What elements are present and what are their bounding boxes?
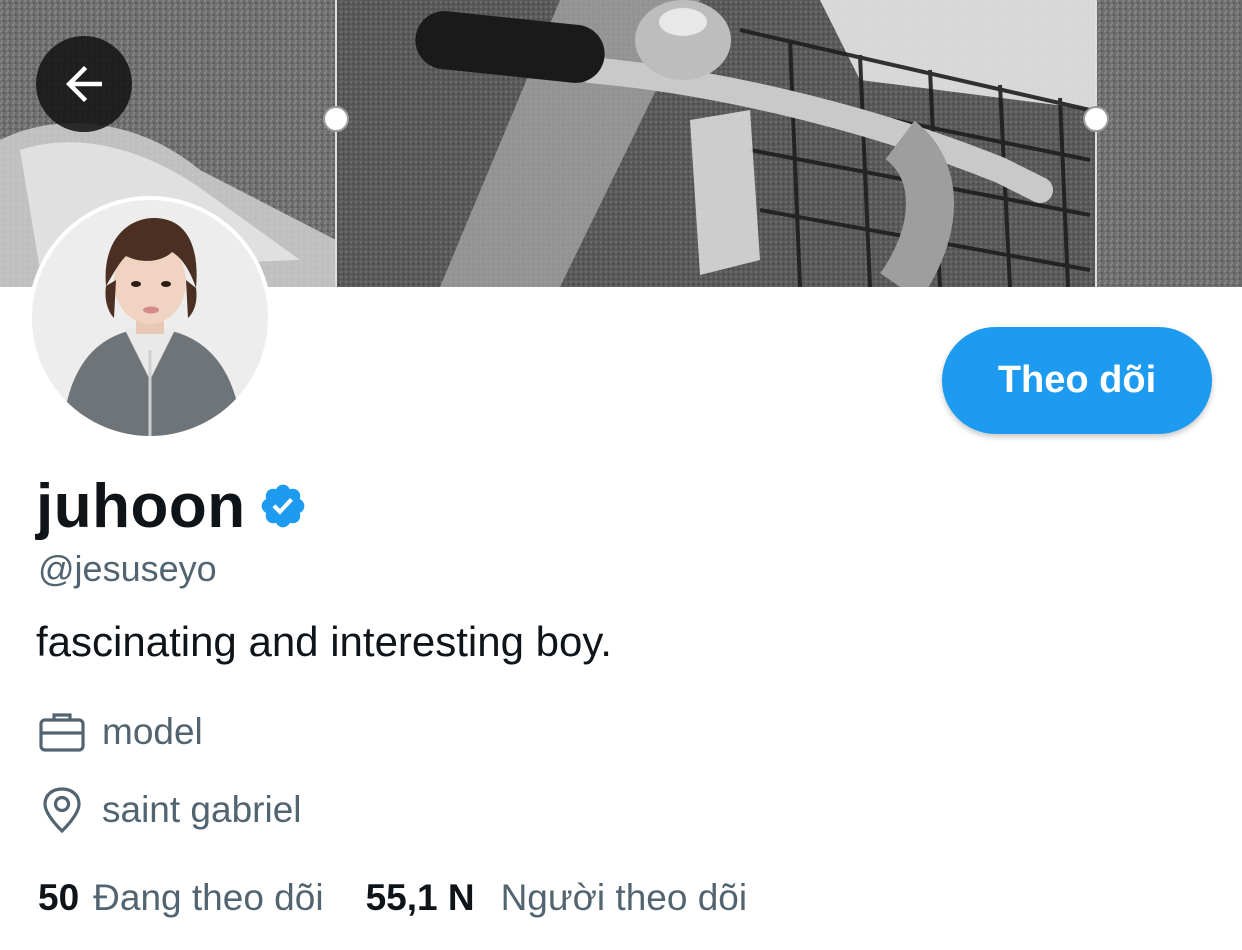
profession-row: model <box>36 708 203 756</box>
crop-handle-left[interactable] <box>323 106 349 132</box>
following-link[interactable]: 50 Đang theo dõi <box>38 874 324 922</box>
back-button[interactable] <box>36 36 132 132</box>
location-pin-icon <box>36 786 88 834</box>
bio: fascinating and interesting boy. <box>36 618 612 665</box>
following-label: Đang theo dõi <box>93 877 324 918</box>
profile-page: Theo dõi juhoon @jesuseyo fascinating an… <box>0 0 1242 950</box>
following-count: 50 <box>38 877 80 918</box>
user-handle: @jesuseyo <box>38 548 217 589</box>
location-row: saint gabriel <box>36 786 302 834</box>
verified-badge-icon <box>261 484 305 528</box>
follow-stats: 50 Đang theo dõi 55,1 N Người theo dõi <box>38 874 747 922</box>
crop-handle-right[interactable] <box>1083 106 1109 132</box>
location-text: saint gabriel <box>102 789 302 830</box>
arrow-left-icon <box>66 66 102 102</box>
follow-button[interactable]: Theo dõi <box>942 327 1212 434</box>
followers-label: Người theo dõi <box>500 877 748 918</box>
profession-text: model <box>102 711 203 752</box>
avatar[interactable] <box>28 196 272 440</box>
followers-link[interactable]: 55,1 N Người theo dõi <box>366 874 748 922</box>
briefcase-icon <box>36 708 88 756</box>
followers-count: 55,1 N <box>365 877 475 918</box>
display-name: juhoon <box>36 472 246 541</box>
